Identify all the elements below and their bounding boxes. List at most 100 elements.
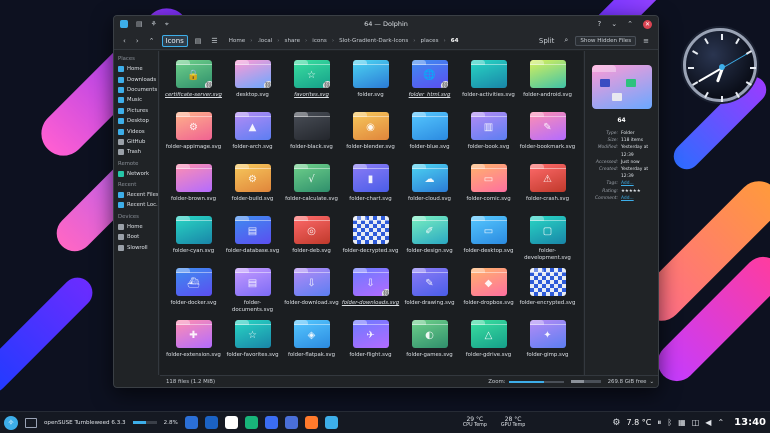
hamburger-menu-button[interactable]: ≡ bbox=[640, 36, 652, 46]
file-item[interactable]: ✐ folder-design.svg bbox=[400, 211, 459, 263]
file-item[interactable]: folder-blue.svg bbox=[400, 107, 459, 159]
file-item[interactable]: folder-cyan.svg bbox=[164, 211, 223, 263]
sidebar-item-pictures[interactable]: Pictures bbox=[116, 106, 158, 116]
minimize-icon[interactable]: ⌄ bbox=[611, 20, 617, 28]
file-item[interactable]: folder-brown.svg bbox=[164, 159, 223, 211]
close-icon[interactable]: ✕ bbox=[643, 19, 652, 29]
menu-icon[interactable]: ▤ bbox=[136, 20, 143, 28]
breadcrumb-segment[interactable]: .local bbox=[257, 38, 272, 44]
breadcrumb-segment[interactable]: share bbox=[285, 38, 301, 44]
file-item[interactable]: ☆⛓ favorites.svg bbox=[282, 55, 341, 107]
sidebar-item-desktop[interactable]: Desktop bbox=[116, 116, 158, 126]
gitkraken-app-icon[interactable] bbox=[244, 416, 258, 429]
sidebar-item-downloads[interactable]: Downloads bbox=[116, 74, 158, 84]
title-bar[interactable]: ▤ ⚘ ⌖ 64 — Dolphin ? ⌄ ⌃ ✕ bbox=[114, 16, 658, 32]
file-item[interactable]: folder-activities.svg bbox=[459, 55, 518, 107]
file-item[interactable]: ⚙ folder-appimage.svg bbox=[164, 107, 223, 159]
sidebar-item-recent-loc-[interactable]: Recent Loc... bbox=[116, 200, 158, 210]
breadcrumb-segment[interactable]: 64 bbox=[451, 38, 459, 44]
file-item[interactable]: ✈ folder-flight.svg bbox=[341, 315, 400, 367]
info-row-value[interactable]: Add... bbox=[621, 195, 652, 202]
help-icon[interactable]: ? bbox=[598, 20, 602, 28]
chevron-down-icon[interactable]: ⌄ bbox=[649, 379, 654, 385]
file-item[interactable]: ⇩⛓ folder-downloads.svg bbox=[341, 263, 400, 315]
sidebar-item-home[interactable]: Home bbox=[116, 222, 158, 232]
browser-app-icon[interactable] bbox=[224, 416, 238, 429]
file-item[interactable]: ✚ folder-extension.svg bbox=[164, 315, 223, 367]
system-monitor-app-icon[interactable] bbox=[184, 416, 198, 429]
volume-icon[interactable]: ◀ bbox=[705, 418, 711, 427]
file-item[interactable]: 🔒⛓ certificate-server.svg bbox=[164, 55, 223, 107]
sidebar-item-documents[interactable]: Documents bbox=[116, 85, 158, 95]
firefox-developer-app-icon[interactable] bbox=[264, 416, 278, 429]
file-item[interactable]: ✎ folder-bookmark.svg bbox=[518, 107, 577, 159]
sidebar-item-slowroll[interactable]: Slowroll bbox=[116, 242, 158, 252]
file-item[interactable]: ☁ folder-cloud.svg bbox=[400, 159, 459, 211]
file-item[interactable]: ◉ folder-blender.svg bbox=[341, 107, 400, 159]
show-hidden-files-button[interactable]: Show Hidden Files bbox=[575, 35, 637, 46]
file-item[interactable]: ▤ folder-documents.svg bbox=[223, 263, 282, 315]
file-item[interactable]: ☆ folder-favorites.svg bbox=[223, 315, 282, 367]
firefox-app-icon[interactable] bbox=[304, 416, 318, 429]
sidebar-item-music[interactable]: Music bbox=[116, 95, 158, 105]
application-launcher-icon[interactable]: ✧ bbox=[4, 415, 18, 430]
file-view[interactable]: 🔒⛓certificate-server.svg⛓desktop.svg☆⛓fa… bbox=[160, 51, 583, 375]
file-item[interactable]: √ folder-calculate.svg bbox=[282, 159, 341, 211]
view-details-button[interactable]: ☰ bbox=[208, 36, 220, 46]
chevron-up-icon[interactable]: ⌃ bbox=[717, 418, 724, 427]
breadcrumb-segment[interactable]: Home bbox=[229, 38, 246, 44]
dolphin-app-icon[interactable] bbox=[324, 416, 338, 429]
file-item[interactable]: ▭ folder-desktop.svg bbox=[459, 211, 518, 263]
filter-icon[interactable]: ⚘ bbox=[151, 20, 157, 28]
view-compact-button[interactable]: ▤ bbox=[192, 36, 205, 46]
pause-icon[interactable]: ⏸ bbox=[657, 418, 661, 428]
gear-icon[interactable]: ⚙ bbox=[612, 418, 620, 428]
file-item[interactable]: ✎ folder-drawing.svg bbox=[400, 263, 459, 315]
file-item[interactable]: folder-decrypted.svg bbox=[341, 211, 400, 263]
app-icon[interactable] bbox=[120, 20, 128, 28]
file-item[interactable]: folder-black.svg bbox=[282, 107, 341, 159]
file-item[interactable]: ◎ folder-deb.svg bbox=[282, 211, 341, 263]
up-button[interactable]: ⌃ bbox=[146, 36, 158, 46]
file-item[interactable]: ▢ folder-development.svg bbox=[518, 211, 577, 263]
forward-button[interactable]: › bbox=[133, 36, 142, 46]
rating-stars[interactable]: ★★★★★ bbox=[621, 188, 652, 195]
kate-app-icon[interactable] bbox=[284, 416, 298, 429]
sidebar-item-trash[interactable]: Trash bbox=[116, 147, 158, 157]
view-icons-button[interactable]: Icons bbox=[161, 34, 188, 47]
thunderbird-app-icon[interactable] bbox=[204, 416, 218, 429]
file-item[interactable]: △ folder-gdrive.svg bbox=[459, 315, 518, 367]
sidebar-item-network[interactable]: Network bbox=[116, 169, 158, 179]
breadcrumb-segment[interactable]: icons bbox=[312, 38, 327, 44]
file-item[interactable]: ▲ folder-arch.svg bbox=[223, 107, 282, 159]
file-item[interactable]: ▮ folder-chart.svg bbox=[341, 159, 400, 211]
sidebar-item-home[interactable]: Home bbox=[116, 64, 158, 74]
show-desktop-icon[interactable] bbox=[25, 417, 37, 428]
zoom-slider[interactable] bbox=[508, 380, 564, 383]
weather-widget[interactable]: 7.8 °C bbox=[627, 418, 652, 427]
file-item[interactable]: ▭ folder-comic.svg bbox=[459, 159, 518, 211]
back-button[interactable]: ‹ bbox=[120, 36, 129, 46]
search-button[interactable]: ⌕ bbox=[561, 35, 571, 46]
file-item[interactable]: folder-android.svg bbox=[518, 55, 577, 107]
cpu-temp-widget[interactable]: 29 °C CPU Temp bbox=[463, 416, 487, 429]
file-item[interactable]: ◆ folder-dropbox.svg bbox=[459, 263, 518, 315]
file-item[interactable]: ▤ folder-database.svg bbox=[223, 211, 282, 263]
file-item[interactable]: ▥ folder-book.svg bbox=[459, 107, 518, 159]
bluetooth-icon[interactable]: ᛒ bbox=[667, 418, 672, 427]
maximize-icon[interactable]: ⌃ bbox=[627, 20, 633, 28]
file-item[interactable]: ⚠ folder-crash.svg bbox=[518, 159, 577, 211]
pin-icon[interactable]: ⌖ bbox=[165, 20, 169, 29]
split-button[interactable]: Split bbox=[536, 36, 558, 46]
file-item[interactable]: folder.svg bbox=[341, 55, 400, 107]
sidebar-item-videos[interactable]: Videos bbox=[116, 126, 158, 136]
file-item[interactable]: ⛓ desktop.svg bbox=[223, 55, 282, 107]
file-item[interactable]: 🌐⛓ folder_html.svg bbox=[400, 55, 459, 107]
clipboard-icon[interactable]: ▦ bbox=[678, 418, 686, 427]
network-icon[interactable]: ◫ bbox=[692, 418, 700, 427]
file-item[interactable]: ⇩ folder-download.svg bbox=[282, 263, 341, 315]
sidebar-item-github[interactable]: GitHub bbox=[116, 137, 158, 147]
file-item[interactable]: ✦ folder-gimp.svg bbox=[518, 315, 577, 367]
digital-clock[interactable]: 13:40 bbox=[734, 417, 766, 428]
file-item[interactable]: ◐ folder-games.svg bbox=[400, 315, 459, 367]
